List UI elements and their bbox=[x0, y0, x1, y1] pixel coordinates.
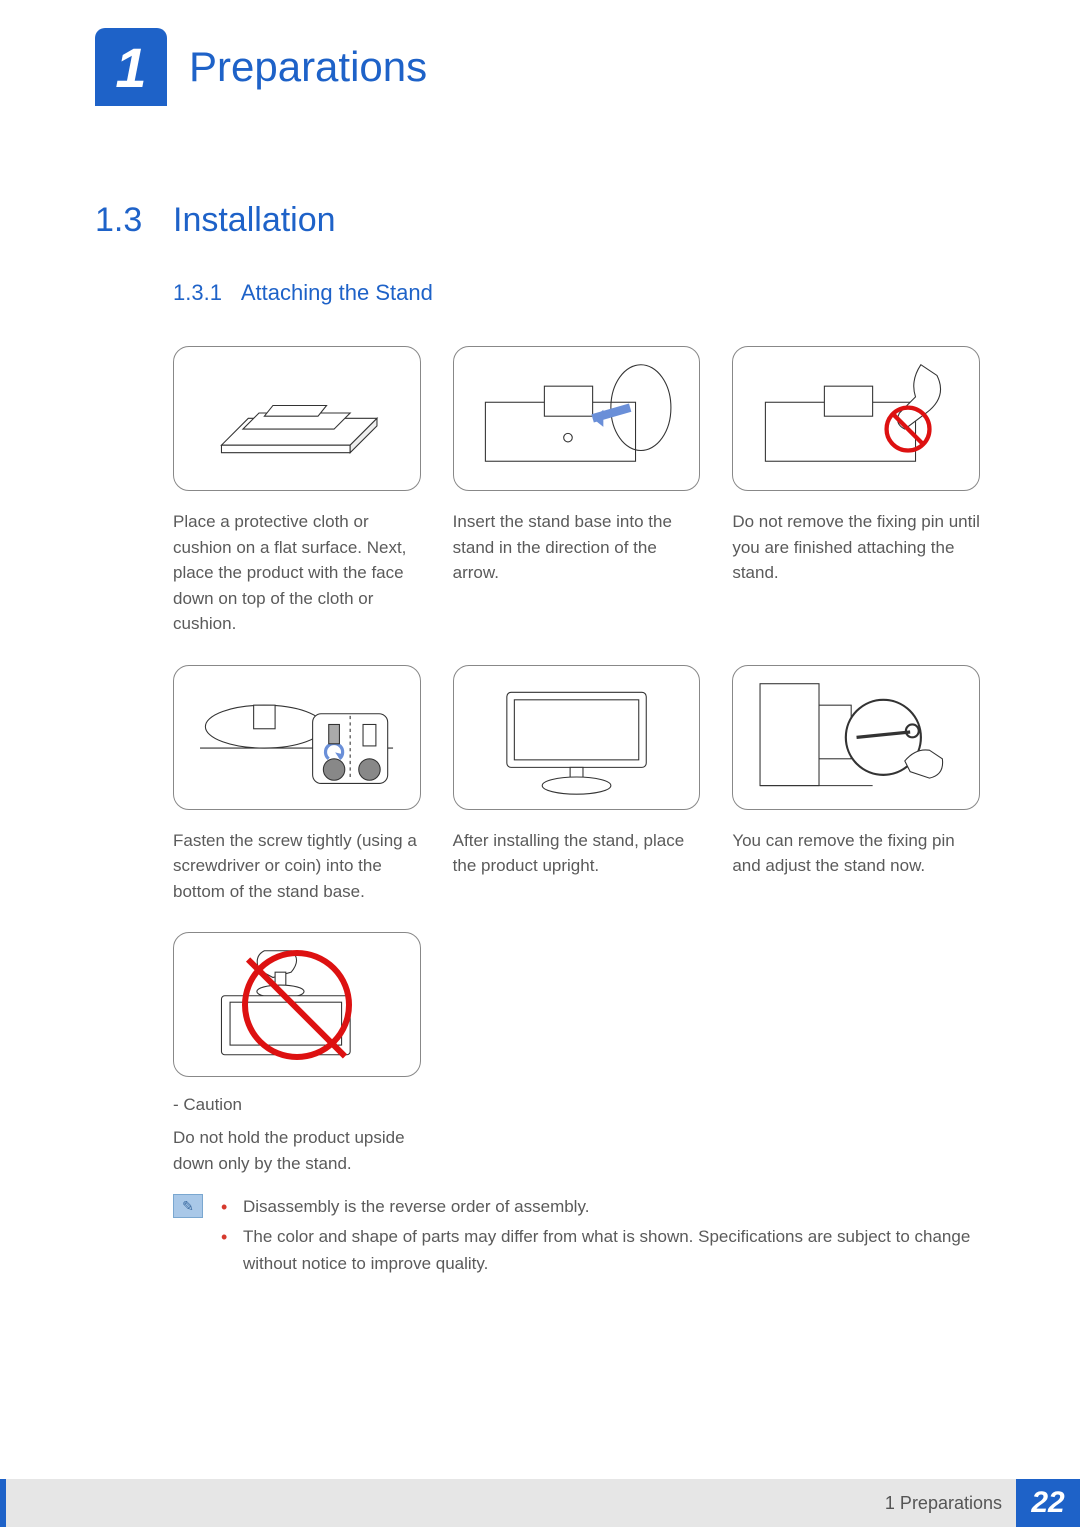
step-1-caption: Place a protective cloth or cushion on a… bbox=[173, 509, 421, 637]
step-7: - Caution Do not hold the product upside… bbox=[173, 932, 421, 1176]
step-7-illustration bbox=[173, 932, 421, 1077]
chapter-number-tab: 1 bbox=[95, 28, 167, 106]
footer-page-number: 22 bbox=[1016, 1479, 1080, 1527]
subsection-title: Attaching the Stand bbox=[241, 280, 433, 305]
prohibition-icon bbox=[242, 950, 352, 1060]
remove-pin-icon bbox=[746, 673, 967, 802]
step-4-caption: Fasten the screw tightly (using a screwd… bbox=[173, 828, 421, 905]
footer-label: 1 Preparations bbox=[0, 1479, 1016, 1527]
subsection-heading: 1.3.1 Attaching the Stand bbox=[173, 280, 980, 306]
monitor-facedown-icon bbox=[186, 354, 407, 483]
step-5: After installing the stand, place the pr… bbox=[453, 665, 701, 905]
instruction-grid: Place a protective cloth or cushion on a… bbox=[173, 346, 980, 1176]
page-footer: 1 Preparations 22 bbox=[0, 1479, 1080, 1527]
insert-base-icon bbox=[466, 354, 687, 483]
step-5-caption: After installing the stand, place the pr… bbox=[453, 828, 701, 879]
step-3-illustration bbox=[732, 346, 980, 491]
page-header: 1 Preparations bbox=[0, 0, 1080, 106]
step-1-illustration bbox=[173, 346, 421, 491]
subsection-number: 1.3.1 bbox=[173, 280, 222, 305]
step-5-illustration bbox=[453, 665, 701, 810]
notes-block: ✎ Disassembly is the reverse order of as… bbox=[173, 1194, 980, 1281]
page-content: 1.3 Installation 1.3.1 Attaching the Sta… bbox=[0, 201, 1080, 1281]
section-heading: 1.3 Installation bbox=[95, 201, 980, 240]
step-3-caption: Do not remove the fixing pin until you a… bbox=[732, 509, 980, 586]
monitor-upright-icon bbox=[466, 673, 687, 802]
step-6-caption: You can remove the fixing pin and adjust… bbox=[732, 828, 980, 879]
note-item: Disassembly is the reverse order of asse… bbox=[221, 1194, 980, 1220]
chapter-title: Preparations bbox=[189, 43, 427, 91]
note-list: Disassembly is the reverse order of asse… bbox=[221, 1194, 980, 1281]
step-2-illustration bbox=[453, 346, 701, 491]
step-2: Insert the stand base into the stand in … bbox=[453, 346, 701, 637]
note-item: The color and shape of parts may differ … bbox=[221, 1224, 980, 1277]
section-title: Installation bbox=[173, 201, 336, 240]
step-2-caption: Insert the stand base into the stand in … bbox=[453, 509, 701, 586]
fasten-screw-icon bbox=[186, 673, 407, 802]
note-icon: ✎ bbox=[173, 1194, 203, 1218]
section-number: 1.3 bbox=[95, 201, 173, 240]
caution-label: - Caution bbox=[173, 1095, 421, 1115]
step-3: Do not remove the fixing pin until you a… bbox=[732, 346, 980, 637]
step-7-caption: Do not hold the product upside down only… bbox=[173, 1125, 421, 1176]
step-6-illustration bbox=[732, 665, 980, 810]
fixing-pin-hand-icon bbox=[746, 354, 967, 483]
step-4: Fasten the screw tightly (using a screwd… bbox=[173, 665, 421, 905]
step-4-illustration bbox=[173, 665, 421, 810]
step-6: You can remove the fixing pin and adjust… bbox=[732, 665, 980, 905]
step-1: Place a protective cloth or cushion on a… bbox=[173, 346, 421, 637]
